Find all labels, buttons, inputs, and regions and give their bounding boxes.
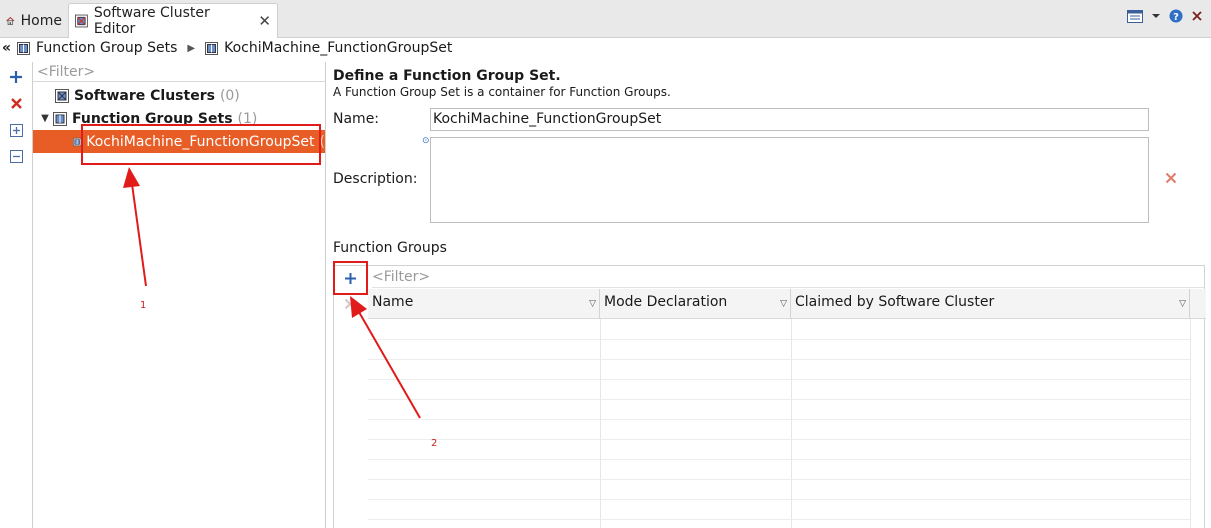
tree-item-count: (0) <box>219 87 240 104</box>
filter-icon[interactable]: ▽ <box>780 291 787 317</box>
collapse-all-button[interactable] <box>8 148 24 164</box>
annotation-label-1: 1 <box>140 300 147 311</box>
delete-icon <box>10 97 22 109</box>
table-body <box>368 319 1206 528</box>
filter-icon[interactable]: ▽ <box>1179 291 1186 317</box>
breadcrumb-kochimachine[interactable]: KochiMachine_FunctionGroupSet <box>224 40 452 56</box>
form-heading: Define a Function Group Set. <box>333 68 561 84</box>
function-group-set-icon <box>205 41 219 55</box>
close-tab-icon[interactable]: ✕ <box>258 12 271 30</box>
form-subheading: A Function Group Set is a container for … <box>333 85 671 99</box>
plus-icon <box>10 71 22 83</box>
editor-tab-bar: Home Software Cluster Editor ✕ ? <box>0 0 1211 38</box>
name-input[interactable]: KochiMachine_FunctionGroupSet <box>430 108 1149 131</box>
function-group-set-icon <box>17 41 31 55</box>
description-textarea[interactable] <box>430 137 1149 223</box>
annotation-highlight-box-2 <box>333 261 368 295</box>
tree-toolbar <box>0 62 32 528</box>
cluster-editor-icon <box>75 14 88 28</box>
annotation-label-2: 2 <box>431 438 438 449</box>
svg-text:?: ? <box>1173 12 1179 23</box>
annotation-highlight-box-1 <box>81 124 321 165</box>
chevron-right-icon: ▶ <box>187 42 196 54</box>
column-header-claimed-by-software-cluster[interactable]: Claimed by Software Cluster ▽ <box>791 289 1190 319</box>
close-icon[interactable] <box>1191 10 1203 22</box>
expand-all-icon <box>9 123 23 137</box>
breadcrumb-function-group-sets[interactable]: Function Group Sets <box>36 40 177 56</box>
column-header-label: Mode Declaration <box>604 294 728 310</box>
remove-function-group-button[interactable] <box>344 298 356 314</box>
column-header-label: Name <box>372 294 414 310</box>
delete-icon <box>1165 172 1177 184</box>
column-header-name[interactable]: Name ▽ <box>368 289 600 319</box>
column-header-mode-declaration[interactable]: Mode Declaration ▽ <box>600 289 791 319</box>
tab-software-cluster-editor-label: Software Cluster Editor <box>93 5 210 37</box>
delete-button[interactable] <box>8 95 24 111</box>
tree-filter-input[interactable]: <Filter> <box>33 62 325 82</box>
function-group-set-icon <box>73 137 82 146</box>
expanded-triangle-icon[interactable]: ▼ <box>37 113 53 124</box>
tree-item-label: Software Clusters <box>74 87 215 104</box>
delete-icon <box>344 298 356 310</box>
chevron-down-icon[interactable] <box>1151 12 1161 20</box>
breadcrumb: « Function Group Sets ▶ KochiMachine_Fun… <box>0 38 1211 58</box>
home-icon <box>6 16 15 25</box>
collapse-all-icon <box>9 149 23 163</box>
column-header-label: Claimed by Software Cluster <box>795 294 995 310</box>
view-menu-icon[interactable] <box>1127 9 1143 23</box>
tab-software-cluster-editor[interactable]: Software Cluster Editor ✕ <box>68 3 278 38</box>
filter-icon[interactable]: ▽ <box>589 291 596 317</box>
function-groups-label: Function Groups <box>333 240 447 256</box>
function-groups-filter-input[interactable]: <Filter> <box>372 266 1204 288</box>
tab-home-label: Home <box>20 13 62 29</box>
expand-all-button[interactable] <box>8 122 24 138</box>
function-groups-table: <Filter> Name ▽ Mode Declaration ▽ Claim… <box>333 265 1206 528</box>
table-header: Name ▽ Mode Declaration ▽ Claimed by Sof… <box>368 289 1206 319</box>
tab-home[interactable]: Home <box>0 4 68 38</box>
breadcrumb-back[interactable]: « <box>2 40 11 56</box>
name-label: Name: <box>333 111 380 127</box>
required-marker-icon: ⊙ <box>422 136 430 146</box>
editor-form: Define a Function Group Set. A Function … <box>333 62 1211 528</box>
software-clusters-icon <box>55 88 69 103</box>
add-button[interactable] <box>8 69 24 85</box>
function-group-sets-icon <box>53 111 67 126</box>
clear-description-button[interactable] <box>1165 172 1177 188</box>
tabbar-actions: ? <box>1127 9 1203 23</box>
tree-item-software-clusters[interactable]: Software Clusters (0) <box>33 84 325 107</box>
help-icon[interactable]: ? <box>1169 9 1183 23</box>
description-label: Description: <box>333 171 418 187</box>
